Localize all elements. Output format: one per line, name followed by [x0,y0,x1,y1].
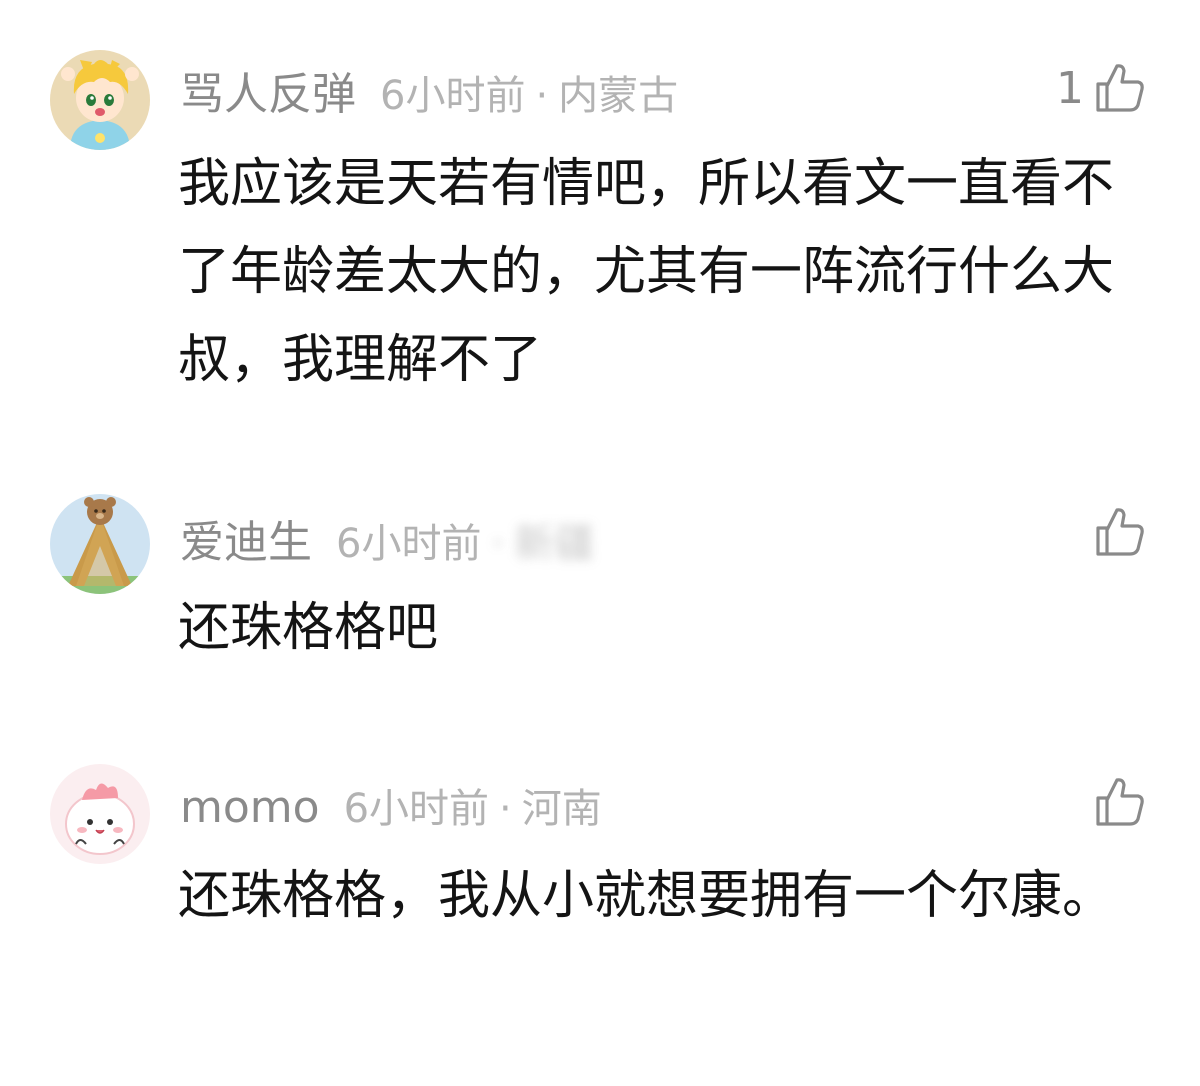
user-avatar[interactable] [50,494,150,594]
comment-meta: 爱迪生 6小时前 · 新疆 [180,506,595,568]
thumbs-up-icon[interactable] [1092,504,1148,560]
username[interactable]: momo [180,782,320,833]
meta-separator: · [499,786,512,832]
pink-blob-avatar-icon [50,764,150,864]
like-button[interactable] [1084,502,1148,562]
bear-avatar-icon [50,494,150,594]
username[interactable]: 爱迪生 [180,506,312,570]
meta-separator: · [491,521,505,567]
comment-meta: momo 6小时前 · 河南 [180,776,602,836]
location: 河南 [521,786,602,832]
thumbs-up-icon[interactable] [1092,774,1148,830]
like-button[interactable] [1084,772,1148,832]
location: 新疆 [514,521,595,567]
timestamp: 6小时前 [343,786,490,832]
comment-text: 我应该是天若有情吧，所以看文一直看不了年龄差太大的，尤其有一阵流行什么大叔，我理… [178,154,1115,390]
location: 内蒙古 [558,73,679,119]
comment-text: 还珠格格吧 [178,598,439,658]
meta-separator: · [535,73,549,119]
user-avatar[interactable] [50,50,150,150]
like-count: 1 [1056,62,1084,114]
thumbs-up-icon[interactable] [1092,60,1148,116]
comment-text: 还珠格格，我从小就想要拥有一个尔康。 [178,866,1115,926]
like-button[interactable]: 1 [1056,58,1148,118]
comment-meta: 骂人反弹 6小时前 · 内蒙古 [180,58,679,120]
username[interactable]: 骂人反弹 [180,58,356,122]
timestamp: 6小时前 [380,73,526,119]
cartoon-boy-avatar-icon [50,50,150,150]
timestamp: 6小时前 [336,521,482,567]
user-avatar[interactable] [50,764,150,864]
